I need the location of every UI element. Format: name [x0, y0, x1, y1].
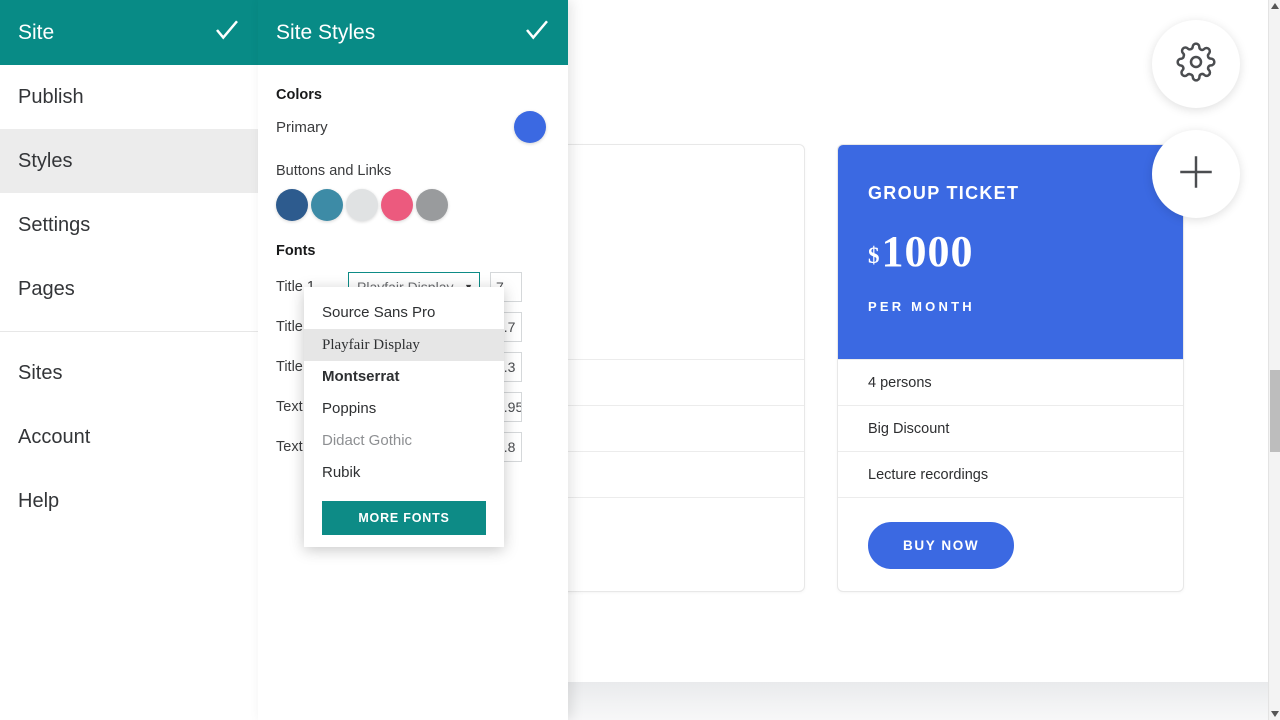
font-option-playfair-display[interactable]: Playfair Display: [304, 329, 504, 361]
sidebar-item-account[interactable]: Account: [0, 405, 258, 469]
color-swatch[interactable]: [311, 189, 343, 221]
pricing-card-feature: 4 persons: [838, 359, 1183, 405]
fonts-section-title: Fonts: [276, 243, 316, 259]
vertical-scrollbar[interactable]: [1268, 0, 1280, 720]
font-family-dropdown[interactable]: Source Sans Pro Playfair Display Montser…: [304, 287, 504, 547]
pricing-card-header: GROUP TICKET $1000 PER MONTH: [838, 145, 1183, 359]
color-swatch[interactable]: [381, 189, 413, 221]
primary-color-row[interactable]: Primary: [258, 103, 568, 143]
color-swatch[interactable]: [346, 189, 378, 221]
pricing-card-currency: $: [868, 243, 881, 268]
pricing-card-feature: Lecture recordings: [838, 451, 1183, 497]
font-option-rubik[interactable]: Rubik: [304, 457, 504, 489]
scrollbar-thumb[interactable]: [1270, 370, 1280, 452]
primary-color-swatch[interactable]: [514, 111, 546, 143]
site-styles-panel-title: Site Styles: [276, 20, 376, 44]
buy-now-button[interactable]: BUY NOW: [868, 522, 1015, 569]
add-block-fab-button[interactable]: [1152, 130, 1240, 218]
sidebar-item-settings[interactable]: Settings: [0, 193, 258, 257]
scroll-down-arrow-icon[interactable]: [1269, 708, 1280, 720]
font-option-didact-gothic[interactable]: Didact Gothic: [304, 425, 504, 457]
pricing-card-cta-wrap: BUY NOW: [838, 497, 1183, 591]
font-option-poppins[interactable]: Poppins: [304, 393, 504, 425]
sidebar-item-publish[interactable]: Publish: [0, 65, 258, 129]
gear-icon: [1176, 42, 1216, 87]
pricing-card-price: $1000: [868, 226, 1153, 277]
site-panel: Site Publish Styles Settings Pages Sites…: [0, 0, 258, 720]
site-styles-panel-header: Site Styles: [258, 0, 568, 65]
pricing-card-plan: GROUP TICKET: [868, 183, 1020, 203]
pricing-card-featured[interactable]: GROUP TICKET $1000 PER MONTH 4 persons B…: [837, 144, 1184, 592]
sidebar-item-sites[interactable]: Sites: [0, 341, 258, 405]
buttons-links-swatches: [258, 179, 568, 221]
primary-color-label: Primary: [276, 118, 328, 136]
sidebar-item-pages[interactable]: Pages: [0, 257, 258, 321]
plus-icon: [1175, 151, 1217, 198]
color-swatch[interactable]: [416, 189, 448, 221]
site-panel-title: Site: [18, 20, 55, 44]
more-fonts-wrap: MORE FONTS: [304, 489, 504, 535]
app-root: y Tickets AY 0 N T H ncluded dcast of a …: [0, 0, 1280, 720]
settings-fab-button[interactable]: [1152, 20, 1240, 108]
pricing-card-period: PER MONTH: [868, 299, 975, 314]
sidebar-item-styles[interactable]: Styles: [0, 129, 258, 193]
scroll-up-arrow-icon[interactable]: [1269, 0, 1280, 12]
sidebar-item-help[interactable]: Help: [0, 469, 258, 533]
color-swatch[interactable]: [276, 189, 308, 221]
sidebar-divider: [0, 331, 258, 332]
pricing-card-feature: Big Discount: [838, 405, 1183, 451]
font-option-source-sans-pro[interactable]: Source Sans Pro: [304, 297, 504, 329]
buttons-links-label: Buttons and Links: [276, 163, 392, 179]
site-panel-header: Site: [0, 0, 258, 65]
check-icon[interactable]: [522, 15, 552, 50]
more-fonts-button[interactable]: MORE FONTS: [322, 501, 486, 535]
font-option-montserrat[interactable]: Montserrat: [304, 361, 504, 393]
check-icon[interactable]: [212, 15, 242, 50]
pricing-card-amount: 1000: [881, 227, 974, 276]
colors-section-title: Colors: [276, 87, 322, 103]
